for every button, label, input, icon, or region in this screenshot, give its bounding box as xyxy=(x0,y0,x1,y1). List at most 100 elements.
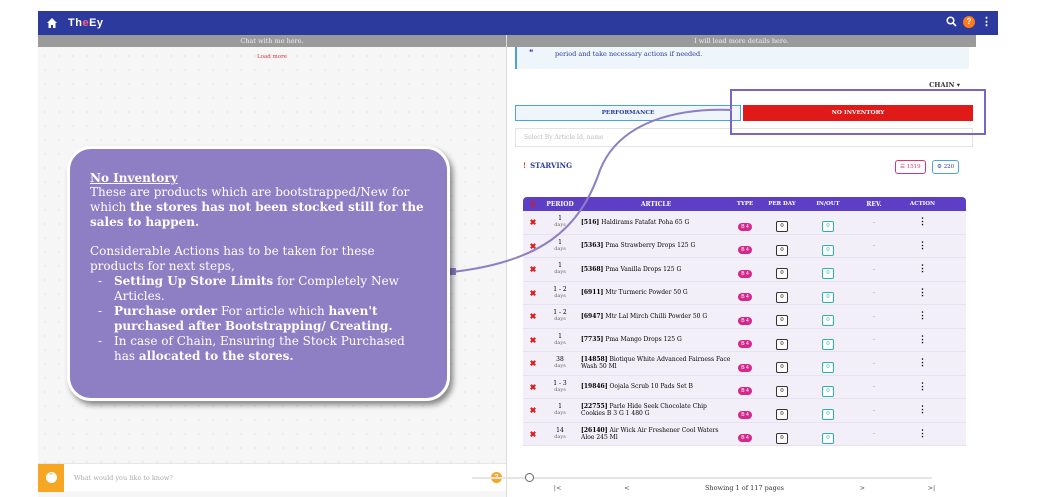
chevron-down-icon: ▾ xyxy=(956,81,960,89)
list-item: Setting Up Store Limits for Completely N… xyxy=(90,274,427,304)
table-row[interactable]: ✖ 1 days [516] Haldirams Fatafat Poha 65 G B… xyxy=(523,211,966,235)
article-cell[interactable]: [5368] Pma Vanilla Drops 125 G xyxy=(577,266,731,273)
article-cell[interactable]: [22755] Parle Hide Seek Chocolate Chip C… xyxy=(577,403,731,417)
table-row[interactable]: ✖ 14 days [26140] Air Wick Air Freshener Co… xyxy=(523,422,966,446)
type-cell: B 4 xyxy=(731,424,759,443)
help-icon[interactable]: ? xyxy=(963,15,975,28)
col-action: ACTION xyxy=(909,201,936,207)
list-item: In case of Chain, Ensuring the Stock Pur… xyxy=(90,334,427,364)
in-out-value: 0 xyxy=(822,362,834,374)
chat-input-bar: ˆ What would you like to know? ? xyxy=(38,463,506,492)
type-cell: B 4 xyxy=(731,236,759,255)
section-title: ! STARVING xyxy=(523,161,573,170)
article-cell[interactable]: [516] Haldirams Fatafat Poha 65 G xyxy=(577,219,731,226)
scrollbar-handle[interactable] xyxy=(525,473,534,482)
type-badge: B 4 xyxy=(738,410,752,419)
search-icon[interactable] xyxy=(946,16,957,27)
in-out-value: 0 xyxy=(822,385,834,397)
count-badge-pink[interactable]: ☰ 1519 xyxy=(895,160,926,174)
period-cell: 1 days xyxy=(554,238,566,252)
annotation-callout: No Inventory These are products which ar… xyxy=(67,146,450,401)
row-menu-icon[interactable]: ⋮ xyxy=(897,217,948,227)
table-row[interactable]: ✖ 1 - 2 days [6947] Mtr Lal Mirch Chilli Po… xyxy=(523,305,966,329)
remove-icon[interactable]: ✖ xyxy=(523,264,543,274)
col-rev[interactable]: REV. xyxy=(851,201,897,208)
remove-icon[interactable]: ✖ xyxy=(523,382,543,392)
article-cell[interactable]: [5363] Pma Strawberry Drops 125 G xyxy=(577,242,731,249)
table-row[interactable]: ✖ 1 days [5363] Pma Strawberry Drops 125 G B… xyxy=(523,234,966,258)
details-header: I will load more details here. xyxy=(507,35,976,47)
col-article[interactable]: ARTICLE xyxy=(577,201,731,208)
row-menu-icon[interactable]: ⋮ xyxy=(897,382,948,392)
per-day-value: 0 xyxy=(776,362,788,374)
list-item: Purchase order For article which haven't… xyxy=(90,304,427,334)
remove-icon[interactable]: ✖ xyxy=(523,429,543,439)
article-cell[interactable]: [19846] Oojala Scrub 10 Pads Set B xyxy=(577,383,731,390)
row-menu-icon[interactable]: ⋮ xyxy=(897,241,948,251)
remove-icon[interactable]: ✖ xyxy=(523,358,543,368)
table-row[interactable]: ✖ 1 days [7735] Pma Mango Drops 125 G B 4 0 0 -… xyxy=(523,328,966,352)
load-more-link[interactable]: Load more xyxy=(38,54,506,60)
period-cell: 1 days xyxy=(554,332,566,346)
col-per-day[interactable]: PER DAY xyxy=(759,201,805,207)
rev-cell: - xyxy=(872,289,876,297)
row-menu-icon[interactable]: ⋮ xyxy=(897,429,948,439)
rev-cell: - xyxy=(872,383,876,391)
row-menu-icon[interactable]: ⋮ xyxy=(897,264,948,274)
search-icon[interactable]: ⚲ xyxy=(523,199,543,209)
per-day-cell: 0 xyxy=(759,330,805,350)
in-out-cell: 0 xyxy=(805,400,851,421)
prev-page-button[interactable]: < xyxy=(592,484,661,492)
home-icon[interactable] xyxy=(46,17,58,29)
count-badge-blue[interactable]: ⚙ 220 xyxy=(932,160,960,174)
chat-action-button[interactable]: ˆ xyxy=(38,463,64,492)
in-out-value: 0 xyxy=(822,268,834,280)
remove-icon[interactable]: ✖ xyxy=(523,311,543,321)
info-card: ❝ period and take necessary actions if n… xyxy=(515,47,969,69)
next-page-button[interactable]: > xyxy=(828,484,897,492)
article-cell[interactable]: [26140] Air Wick Air Freshener Cool Wate… xyxy=(577,427,731,441)
remove-icon[interactable]: ✖ xyxy=(523,217,543,227)
tab-performance[interactable]: PERFORMANCE xyxy=(515,105,741,121)
page-info: Showing 1 of 117 pages xyxy=(704,484,785,492)
period-cell: 14 days xyxy=(554,426,566,440)
col-period[interactable]: PERIOD xyxy=(543,201,577,208)
remove-icon[interactable]: ✖ xyxy=(523,288,543,298)
first-page-button[interactable]: |< xyxy=(523,484,592,492)
chat-input[interactable]: What would you like to know? xyxy=(74,474,491,482)
article-cell[interactable]: [6947] Mtr Lal Mirch Chilli Powder 50 G xyxy=(577,313,731,320)
brand-logo[interactable]: TheEy xyxy=(68,17,104,29)
period-cell: 1 - 2 days xyxy=(553,309,567,323)
chain-dropdown[interactable]: CHAIN ▾ xyxy=(929,81,960,89)
more-options-icon[interactable]: ⋮ xyxy=(981,15,992,28)
remove-icon[interactable]: ✖ xyxy=(523,405,543,415)
article-cell[interactable]: [6911] Mtr Turmeric Powder 50 G xyxy=(577,289,731,296)
starving-table: ⚲ PERIOD ARTICLE TYPE PER DAY IN/OUT REV… xyxy=(523,197,966,446)
in-out-value: 0 xyxy=(822,244,834,256)
article-cell[interactable]: [7735] Pma Mango Drops 125 G xyxy=(577,336,731,343)
rev-cell: - xyxy=(872,359,876,367)
last-page-button[interactable]: >| xyxy=(897,484,966,492)
remove-icon[interactable]: ✖ xyxy=(523,241,543,251)
type-cell: B 4 xyxy=(731,377,759,396)
horizontal-scrollbar[interactable] xyxy=(472,477,932,479)
row-menu-icon[interactable]: ⋮ xyxy=(897,335,948,345)
remove-icon[interactable]: ✖ xyxy=(523,335,543,345)
col-type[interactable]: TYPE xyxy=(731,201,759,207)
type-cell: B 4 xyxy=(731,354,759,373)
table-row[interactable]: ✖ 1 days [22755] Parle Hide Seek Chocolate … xyxy=(523,399,966,423)
row-menu-icon[interactable]: ⋮ xyxy=(897,358,948,368)
row-menu-icon[interactable]: ⋮ xyxy=(897,288,948,298)
row-menu-icon[interactable]: ⋮ xyxy=(897,311,948,321)
table-row[interactable]: ✖ 1 days [5368] Pma Vanilla Drops 125 G B 4 0… xyxy=(523,258,966,282)
table-row[interactable]: ✖ 38 days [14858] Biotique White Advanced F… xyxy=(523,352,966,376)
row-menu-icon[interactable]: ⋮ xyxy=(897,405,948,415)
in-out-value: 0 xyxy=(822,432,834,444)
article-cell[interactable]: [14858] Biotique White Advanced Fairness… xyxy=(577,356,731,370)
col-in-out[interactable]: IN/OUT xyxy=(805,201,851,207)
table-row[interactable]: ✖ 1 - 3 days [19846] Oojala Scrub 10 Pads S… xyxy=(523,375,966,399)
type-badge: B 4 xyxy=(738,293,752,302)
in-out-value: 0 xyxy=(822,221,834,233)
type-badge: B 4 xyxy=(738,434,752,443)
table-row[interactable]: ✖ 1 - 2 days [6911] Mtr Turmeric Powder 50 … xyxy=(523,281,966,305)
